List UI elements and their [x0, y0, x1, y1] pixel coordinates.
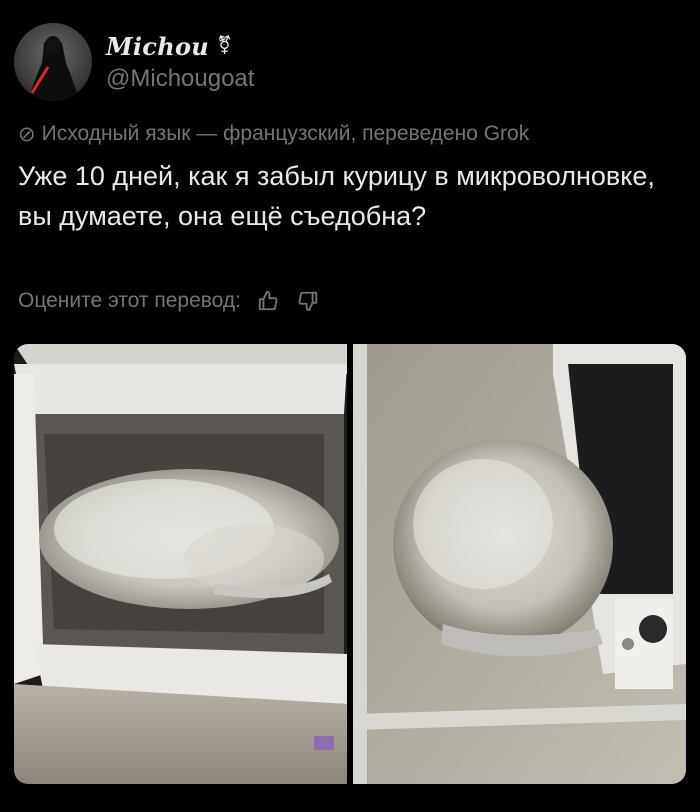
gender-symbol-icon: ⚧	[217, 35, 233, 56]
display-name[interactable]: Michou	[106, 32, 209, 61]
photo-mold-tray-counter[interactable]	[353, 344, 686, 784]
avatar[interactable]	[14, 23, 92, 101]
author-handle[interactable]: @Michougoat	[106, 65, 254, 93]
thumbs-up-icon[interactable]	[255, 288, 281, 314]
thumbs-down-icon[interactable]	[295, 288, 321, 314]
translation-notice: ⊘ Исходный язык — французский, переведен…	[18, 122, 529, 146]
photo-microwave-open-mold[interactable]	[14, 344, 347, 784]
tweet-text: Уже 10 дней, как я забыл курицу в микров…	[18, 161, 655, 231]
rate-translation-label: Оцените этот перевод:	[18, 289, 241, 312]
tweet-header: Michou ⚧ @Michougoat	[14, 22, 254, 102]
display-name-row: Michou ⚧	[106, 32, 254, 61]
translation-notice-text[interactable]: Исходный язык — французский, переведено …	[42, 122, 530, 146]
author-names: Michou ⚧ @Michougoat	[106, 32, 254, 93]
no-entry-icon: ⊘	[18, 122, 36, 146]
rate-translation-row: Оцените этот перевод:	[18, 288, 321, 314]
tweet-media	[14, 344, 686, 784]
